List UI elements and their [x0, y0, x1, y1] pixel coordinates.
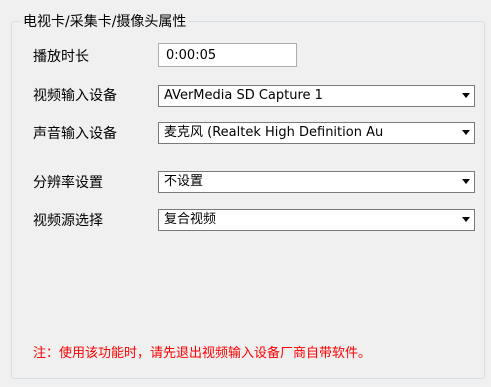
- group-title: 电视卡/采集卡/摄像头属性: [20, 14, 190, 30]
- chevron-down-icon[interactable]: [462, 93, 470, 98]
- video-source-select[interactable]: 复合视频: [158, 209, 475, 231]
- warning-note: 注：使用该功能时，请先退出视频输入设备厂商自带软件。: [33, 346, 372, 361]
- playback-duration-label: 播放时长: [33, 49, 89, 65]
- video-input-device-label: 视频输入设备: [33, 88, 117, 104]
- resolution-value: 不设置: [164, 174, 204, 189]
- capture-properties-panel: 电视卡/采集卡/摄像头属性 播放时长 视频输入设备 AVerMedia SD C…: [0, 0, 491, 387]
- video-source-value: 复合视频: [164, 212, 217, 227]
- chevron-down-icon[interactable]: [462, 179, 470, 184]
- audio-input-device-select[interactable]: 麦克风 (Realtek High Definition Au: [158, 122, 475, 144]
- resolution-select[interactable]: 不设置: [158, 171, 475, 193]
- video-input-device-value: AVerMedia SD Capture 1: [164, 88, 323, 103]
- audio-input-device-label: 声音输入设备: [33, 126, 117, 142]
- chevron-down-icon[interactable]: [462, 130, 470, 135]
- video-source-label: 视频源选择: [33, 213, 103, 229]
- playback-duration-input[interactable]: [158, 43, 297, 67]
- properties-group-box: [11, 21, 485, 379]
- audio-input-device-value: 麦克风 (Realtek High Definition Au: [164, 125, 384, 140]
- chevron-down-icon[interactable]: [462, 217, 470, 222]
- resolution-label: 分辨率设置: [33, 175, 103, 191]
- video-input-device-select[interactable]: AVerMedia SD Capture 1: [158, 85, 475, 107]
